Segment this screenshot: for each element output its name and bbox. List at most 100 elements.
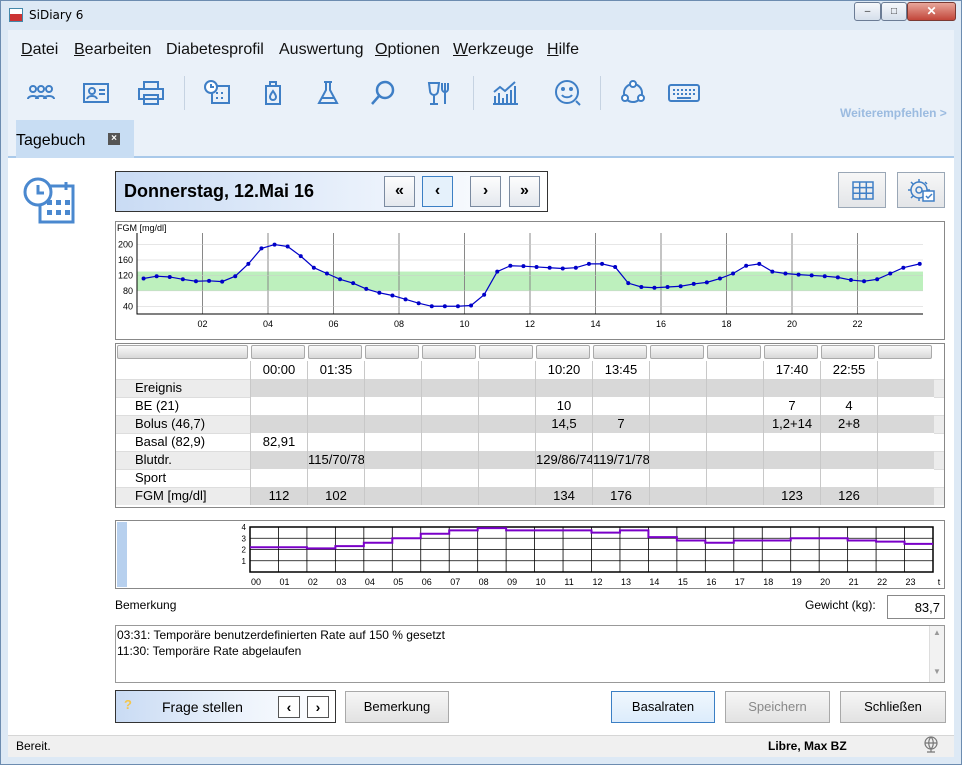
table-cell[interactable]	[649, 415, 706, 433]
table-cell[interactable]	[649, 433, 706, 451]
table-cell[interactable]	[421, 433, 478, 451]
table-cell[interactable]	[877, 397, 934, 415]
table-cell[interactable]	[421, 469, 478, 487]
table-cell[interactable]	[592, 397, 649, 415]
glucose-meter-icon[interactable]	[258, 78, 288, 108]
last-day-button[interactable]: »	[509, 176, 540, 207]
diary-settings-button[interactable]	[897, 172, 945, 208]
column-header-button[interactable]	[707, 345, 761, 359]
column-header-button[interactable]	[536, 345, 590, 359]
printer-icon[interactable]	[136, 78, 166, 108]
table-cell[interactable]	[421, 415, 478, 433]
table-cell[interactable]	[649, 469, 706, 487]
table-cell[interactable]: 115/70/78	[307, 451, 364, 469]
table-cell[interactable]	[307, 379, 364, 397]
table-cell[interactable]	[649, 379, 706, 397]
recommend-link[interactable]: Weiterempfehlen >	[840, 106, 947, 120]
table-cell[interactable]	[250, 415, 307, 433]
table-cell[interactable]	[478, 451, 535, 469]
table-view-button[interactable]	[838, 172, 886, 208]
time-cell[interactable]	[877, 361, 934, 379]
table-cell[interactable]	[421, 451, 478, 469]
table-cell[interactable]	[535, 433, 592, 451]
table-cell[interactable]: 2+8	[820, 415, 877, 433]
table-cell[interactable]	[592, 379, 649, 397]
table-cell[interactable]	[763, 451, 820, 469]
table-cell[interactable]	[877, 469, 934, 487]
table-cell[interactable]	[478, 469, 535, 487]
table-cell[interactable]: 4	[820, 397, 877, 415]
tab-close-button[interactable]: ×	[108, 133, 120, 145]
table-cell[interactable]	[877, 433, 934, 451]
menu-auswertung[interactable]: Auswertung	[279, 41, 364, 59]
table-cell[interactable]	[421, 397, 478, 415]
table-cell[interactable]	[250, 469, 307, 487]
menu-werkzeuge[interactable]: Werkzeuge	[453, 41, 534, 59]
table-cell[interactable]	[649, 451, 706, 469]
time-cell[interactable]: 22:55	[820, 361, 877, 379]
table-cell[interactable]	[877, 487, 934, 505]
time-cell[interactable]: 10:20	[535, 361, 592, 379]
table-cell[interactable]	[364, 469, 421, 487]
column-header-button[interactable]	[764, 345, 818, 359]
table-cell[interactable]	[649, 487, 706, 505]
time-cell[interactable]: 17:40	[763, 361, 820, 379]
community-icon[interactable]	[618, 78, 648, 108]
table-cell[interactable]	[478, 379, 535, 397]
table-cell[interactable]	[364, 487, 421, 505]
food-drink-icon[interactable]	[424, 78, 454, 108]
clock-calendar-icon[interactable]	[202, 78, 232, 108]
basal-scroll-handle[interactable]	[117, 522, 127, 587]
table-cell[interactable]	[877, 415, 934, 433]
column-header-button[interactable]	[422, 345, 476, 359]
close-window-button[interactable]: ✕	[907, 2, 956, 21]
statistics-chart-icon[interactable]	[490, 78, 520, 108]
close-button[interactable]: Schließen	[840, 691, 946, 723]
column-header-button[interactable]	[117, 345, 248, 359]
contact-card-icon[interactable]	[81, 78, 111, 108]
table-cell[interactable]	[364, 397, 421, 415]
table-cell[interactable]	[706, 397, 763, 415]
table-cell[interactable]: 10	[535, 397, 592, 415]
column-header-button[interactable]	[365, 345, 419, 359]
lab-flask-icon[interactable]	[313, 78, 343, 108]
weight-input[interactable]	[887, 595, 945, 619]
time-cell[interactable]	[364, 361, 421, 379]
table-cell[interactable]: 7	[763, 397, 820, 415]
menu-hilfe[interactable]: Hilfe	[547, 41, 579, 59]
table-cell[interactable]	[307, 433, 364, 451]
time-cell[interactable]	[421, 361, 478, 379]
column-header-button[interactable]	[821, 345, 875, 359]
table-cell[interactable]: 123	[763, 487, 820, 505]
table-cell[interactable]	[763, 469, 820, 487]
previous-day-button[interactable]: ‹	[422, 176, 453, 207]
table-cell[interactable]: 102	[307, 487, 364, 505]
table-cell[interactable]: 14,5	[535, 415, 592, 433]
table-cell[interactable]	[706, 469, 763, 487]
table-cell[interactable]	[877, 451, 934, 469]
table-cell[interactable]	[535, 469, 592, 487]
menu-bearbeiten[interactable]: Bearbeiten	[74, 41, 151, 59]
column-header-button[interactable]	[593, 345, 647, 359]
table-cell[interactable]	[706, 433, 763, 451]
table-cell[interactable]	[877, 379, 934, 397]
globe-icon[interactable]	[922, 735, 940, 753]
table-cell[interactable]	[250, 379, 307, 397]
table-cell[interactable]	[307, 397, 364, 415]
minimize-button[interactable]: ‒	[854, 2, 881, 21]
table-cell[interactable]	[706, 451, 763, 469]
question-next-button[interactable]: ›	[307, 696, 329, 718]
table-cell[interactable]	[364, 379, 421, 397]
table-cell[interactable]: 1,2+14	[763, 415, 820, 433]
notes-button[interactable]: Bemerkung	[345, 691, 449, 723]
ask-question-label[interactable]: Frage stellen	[162, 699, 243, 715]
table-cell[interactable]: 7	[592, 415, 649, 433]
table-cell[interactable]	[820, 469, 877, 487]
table-cell[interactable]	[364, 433, 421, 451]
menu-optionen[interactable]: Optionen	[375, 41, 440, 59]
table-cell[interactable]: 82,91	[250, 433, 307, 451]
table-cell[interactable]	[706, 487, 763, 505]
search-icon[interactable]	[368, 78, 398, 108]
menu-diabetesprofil[interactable]: Diabetesprofil	[166, 41, 264, 59]
time-cell[interactable]: 01:35	[307, 361, 364, 379]
